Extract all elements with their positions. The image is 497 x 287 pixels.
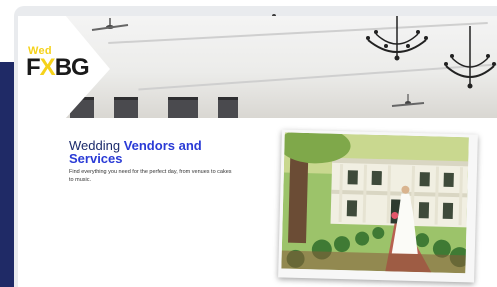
- window-drape: [114, 97, 138, 118]
- window-drape: [218, 97, 238, 118]
- ceiling-fan-icon: [391, 94, 425, 107]
- browser-screen: Wed FXBG Wedding Vendors and Services Fi…: [18, 16, 497, 287]
- page-title-bold-line1: Vendors and: [123, 138, 202, 153]
- ceiling-fan-icon: [91, 18, 129, 31]
- navy-side-strip: [0, 62, 14, 287]
- chandelier-icon: [366, 16, 428, 61]
- logo-letter-x: X: [39, 54, 56, 81]
- logo-letter-f: F: [26, 54, 41, 81]
- page-subtitle-line2: to music.: [69, 177, 92, 183]
- bride-venue-photo: [281, 132, 469, 274]
- chandelier-icon: [444, 26, 496, 89]
- page-subtitle: Find everything you need for the perfect…: [69, 168, 259, 184]
- logo-letters-bg: BG: [54, 54, 90, 81]
- hero-banner: Wed FXBG: [18, 16, 497, 118]
- page-subtitle-line1: Find everything you need for the perfect…: [69, 169, 232, 175]
- window-drape: [168, 97, 198, 118]
- page-title: Wedding Vendors and Services: [69, 139, 202, 165]
- page-title-bold-line2: Services: [69, 151, 123, 166]
- venue-photo-frame: [278, 129, 478, 283]
- logo-fxbg-text: FXBG: [26, 54, 90, 82]
